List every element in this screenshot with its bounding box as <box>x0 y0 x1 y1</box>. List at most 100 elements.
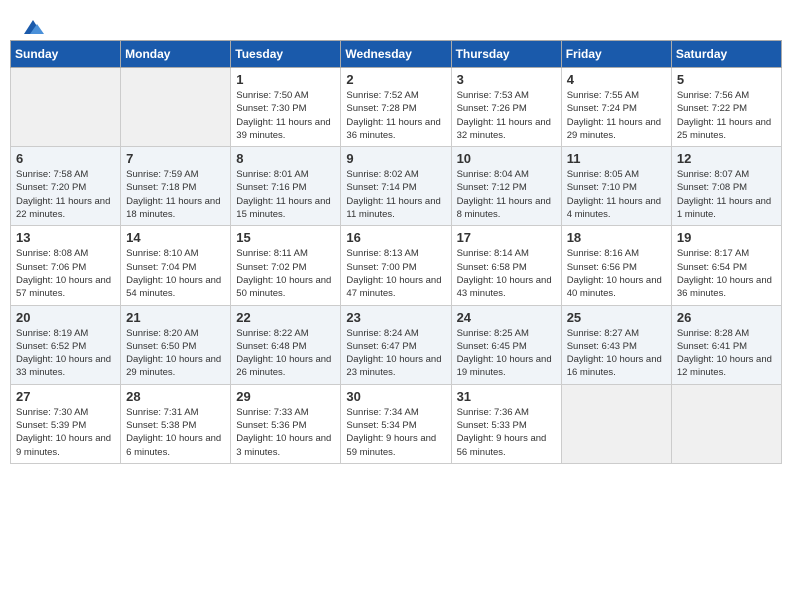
day-info: Sunrise: 7:36 AMSunset: 5:33 PMDaylight:… <box>457 406 556 459</box>
calendar-day-cell: 15Sunrise: 8:11 AMSunset: 7:02 PMDayligh… <box>231 226 341 305</box>
calendar-day-cell: 23 Sunrise: 8:24 AM Sunset: 6:47 PM Dayligh… <box>341 305 451 384</box>
day-info: Sunrise: 7:53 AMSunset: 7:26 PMDaylight:… <box>457 89 556 142</box>
calendar-table: SundayMondayTuesdayWednesdayThursdayFrid… <box>10 40 782 464</box>
day-number: 21 <box>126 310 225 325</box>
day-info: Sunrise: 7:52 AMSunset: 7:28 PMDaylight:… <box>346 89 445 142</box>
day-number: 28 <box>126 389 225 404</box>
calendar-day-cell: 16 Sunrise: 8:13 AMSunset: 7:00 PMDayligh… <box>341 226 451 305</box>
daylight: Daylight: 10 hours and 57 minutes. <box>16 275 111 299</box>
daylight: Daylight: 11 hours and 22 minutes. <box>16 196 110 220</box>
sunset: Sunset: 6:52 PM <box>16 341 86 352</box>
calendar-day-cell: 4Sunrise: 7:55 AMSunset: 7:24 PMDaylight… <box>561 68 671 147</box>
day-number: 30 <box>346 389 445 404</box>
calendar-day-cell: 19Sunrise: 8:17 AMSunset: 6:54 PMDayligh… <box>671 226 781 305</box>
sunrise: Sunrise: 7:53 AM <box>457 90 529 101</box>
day-info: Sunrise: 8:08 AMSunset: 7:06 PMDaylight:… <box>16 247 115 300</box>
daylight: Daylight: 11 hours and 15 minutes. <box>236 196 330 220</box>
day-of-week-header: Saturday <box>671 41 781 68</box>
calendar-day-cell: 17Sunrise: 8:14 AMSunset: 6:58 PMDayligh… <box>451 226 561 305</box>
day-number: 2 <box>346 72 445 87</box>
logo <box>20 18 44 32</box>
day-info: Sunrise: 8:16 AM Sunset: 6:56 PM Daylight:… <box>567 247 666 300</box>
sunset: Sunset: 6:47 PM <box>346 341 416 352</box>
day-of-week-header: Wednesday <box>341 41 451 68</box>
day-of-week-header: Sunday <box>11 41 121 68</box>
day-info: Sunrise: 8:25 AMSunset: 6:45 PMDaylight:… <box>457 327 556 380</box>
calendar-day-cell: 2 Sunrise: 7:52 AMSunset: 7:28 PMDaylight… <box>341 68 451 147</box>
day-info: Sunrise: 8:05 AMSunset: 7:10 PMDaylight:… <box>567 168 666 221</box>
daylight: Daylight: 10 hours and 40 minutes. <box>567 275 662 299</box>
sunrise: Sunrise: 7:36 AM <box>457 407 529 418</box>
daylight: Daylight: 11 hours and 8 minutes. <box>457 196 551 220</box>
sunrise: Sunrise: 8:16 AM <box>567 248 639 259</box>
daylight: Daylight: 11 hours and 32 minutes. <box>457 117 551 141</box>
sunrise: Sunrise: 8:27 AM <box>567 328 639 339</box>
daylight: Daylight: 10 hours and 3 minutes. <box>236 433 331 457</box>
sunset: Sunset: 7:10 PM <box>567 182 637 193</box>
calendar-day-cell: 10Sunrise: 8:04 AMSunset: 7:12 PMDayligh… <box>451 147 561 226</box>
calendar-day-cell: 28Sunrise: 7:31 AMSunset: 5:38 PMDayligh… <box>121 384 231 463</box>
day-info: Sunrise: 8:14 AMSunset: 6:58 PMDaylight:… <box>457 247 556 300</box>
sunset: Sunset: 5:33 PM <box>457 420 527 431</box>
calendar-header <box>10 10 782 36</box>
logo-icon <box>22 18 44 36</box>
calendar-day-cell: 6Sunrise: 7:58 AMSunset: 7:20 PMDaylight… <box>11 147 121 226</box>
sunrise: Sunrise: 8:08 AM <box>16 248 88 259</box>
sunset: Sunset: 7:00 PM <box>346 262 416 273</box>
daylight: Daylight: 11 hours and 25 minutes. <box>677 117 771 141</box>
sunrise: Sunrise: 7:58 AM <box>16 169 88 180</box>
sunset: Sunset: 6:50 PM <box>126 341 196 352</box>
sunrise: Sunrise: 8:24 AM <box>346 328 418 339</box>
sunset: Sunset: 7:30 PM <box>236 103 306 114</box>
daylight: Daylight: 11 hours and 36 minutes. <box>346 117 440 141</box>
day-info: Sunrise: 8:13 AMSunset: 7:00 PMDaylight:… <box>346 247 445 300</box>
calendar-day-cell: 31Sunrise: 7:36 AMSunset: 5:33 PMDayligh… <box>451 384 561 463</box>
sunrise: Sunrise: 7:30 AM <box>16 407 88 418</box>
daylight: Daylight: 10 hours and 50 minutes. <box>236 275 331 299</box>
day-number: 22 <box>236 310 335 325</box>
day-of-week-header: Tuesday <box>231 41 341 68</box>
daylight: Daylight: 10 hours and 33 minutes. <box>16 354 111 378</box>
sunrise: Sunrise: 8:05 AM <box>567 169 639 180</box>
day-number: 31 <box>457 389 556 404</box>
day-number: 3 <box>457 72 556 87</box>
daylight: Daylight: 10 hours and 26 minutes. <box>236 354 331 378</box>
daylight: Daylight: 10 hours and 12 minutes. <box>677 354 772 378</box>
calendar-day-cell: 8Sunrise: 8:01 AMSunset: 7:16 PMDaylight… <box>231 147 341 226</box>
daylight: Daylight: 10 hours and 19 minutes. <box>457 354 552 378</box>
day-number: 16 <box>346 230 445 245</box>
daylight: Daylight: 11 hours and 39 minutes. <box>236 117 330 141</box>
sunset: Sunset: 6:56 PM <box>567 262 637 273</box>
day-info: Sunrise: 8:28 AMSunset: 6:41 PMDaylight:… <box>677 327 776 380</box>
calendar-week-row: 27 Sunrise: 7:30 AMSunset: 5:39 PMDayligh… <box>11 384 782 463</box>
day-info: Sunrise: 7:59 AMSunset: 7:18 PMDaylight:… <box>126 168 225 221</box>
day-number: 5 <box>677 72 776 87</box>
calendar-day-cell <box>561 384 671 463</box>
day-info: Sunrise: 7:30 AMSunset: 5:39 PMDaylight:… <box>16 406 115 459</box>
sunrise: Sunrise: 7:33 AM <box>236 407 308 418</box>
day-number: 19 <box>677 230 776 245</box>
sunrise: Sunrise: 8:11 AM <box>236 248 308 259</box>
day-info: Sunrise: 8:22 AMSunset: 6:48 PMDaylight:… <box>236 327 335 380</box>
calendar-week-row: 13Sunrise: 8:08 AMSunset: 7:06 PMDayligh… <box>11 226 782 305</box>
sunset: Sunset: 6:45 PM <box>457 341 527 352</box>
sunrise: Sunrise: 7:52 AM <box>346 90 418 101</box>
calendar-day-cell: 20Sunrise: 8:19 AMSunset: 6:52 PMDayligh… <box>11 305 121 384</box>
calendar-day-cell: 22 Sunrise: 8:22 AMSunset: 6:48 PMDayligh… <box>231 305 341 384</box>
calendar-day-cell: 29Sunrise: 7:33 AMSunset: 5:36 PMDayligh… <box>231 384 341 463</box>
daylight: Daylight: 10 hours and 23 minutes. <box>346 354 441 378</box>
calendar-day-cell: 30Sunrise: 7:34 AMSunset: 5:34 PMDayligh… <box>341 384 451 463</box>
day-of-week-header: Thursday <box>451 41 561 68</box>
day-number: 23 <box>346 310 445 325</box>
day-number: 27 <box>16 389 115 404</box>
calendar-day-cell: 12Sunrise: 8:07 AMSunset: 7:08 PMDayligh… <box>671 147 781 226</box>
day-info: Sunrise: 7:56 AMSunset: 7:22 PMDaylight:… <box>677 89 776 142</box>
calendar-day-cell: 21Sunrise: 8:20 AMSunset: 6:50 PMDayligh… <box>121 305 231 384</box>
calendar-day-cell <box>11 68 121 147</box>
sunset: Sunset: 7:20 PM <box>16 182 86 193</box>
day-number: 4 <box>567 72 666 87</box>
day-number: 1 <box>236 72 335 87</box>
calendar-day-cell: 24Sunrise: 8:25 AMSunset: 6:45 PMDayligh… <box>451 305 561 384</box>
calendar-day-cell: 13Sunrise: 8:08 AMSunset: 7:06 PMDayligh… <box>11 226 121 305</box>
sunset: Sunset: 6:41 PM <box>677 341 747 352</box>
